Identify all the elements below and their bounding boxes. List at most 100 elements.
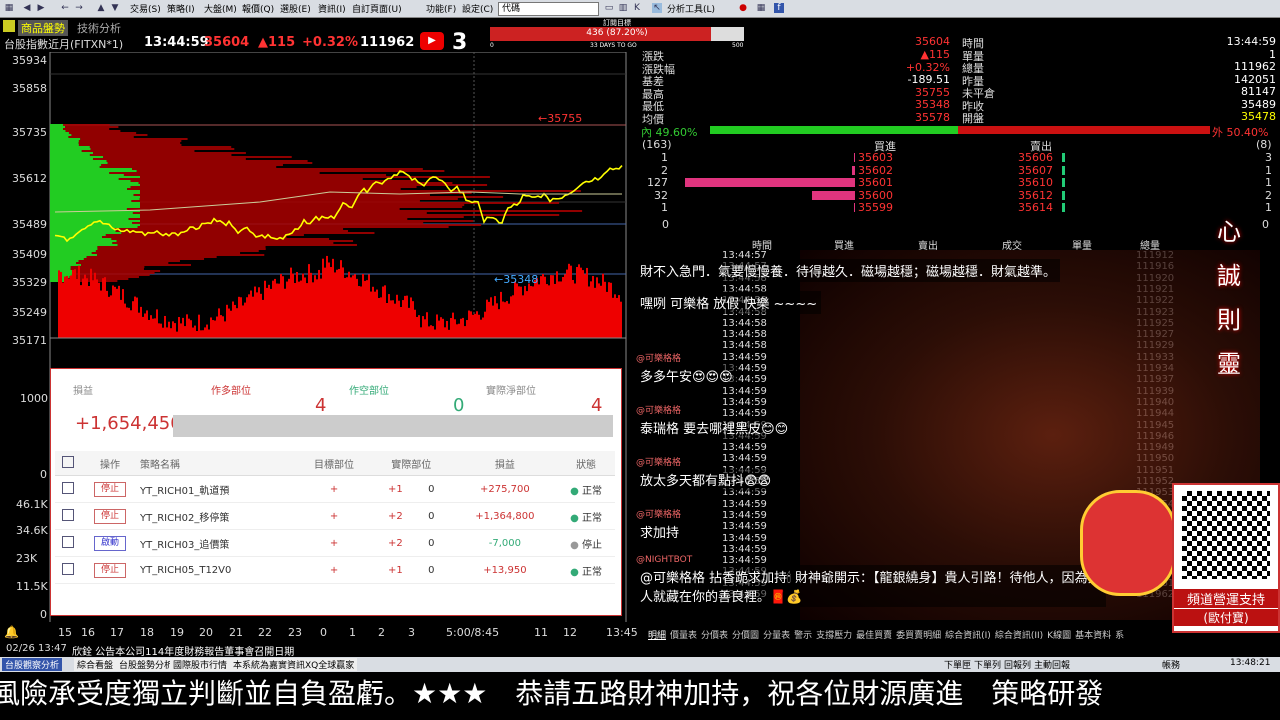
action-button[interactable]: 停止	[93, 481, 126, 497]
bid-price[interactable]: 35601	[858, 176, 893, 189]
ask-price[interactable]: 35614	[1018, 201, 1053, 214]
side-char-2: 誠	[1217, 262, 1241, 290]
chart-icon[interactable]: ▥	[618, 3, 628, 13]
menu-settings[interactable]: 設定(C)	[462, 2, 493, 15]
facebook-icon[interactable]: f	[774, 3, 784, 13]
back-arrow-icon[interactable]: ←	[60, 3, 70, 13]
forward-icon[interactable]: ▶	[36, 3, 46, 13]
pnl-value: +1,654,450	[75, 413, 182, 434]
grid-icon[interactable]: ▦	[756, 3, 766, 13]
row-status: ● 正常	[557, 556, 615, 584]
price-tick: 35735	[12, 126, 47, 139]
row-checkbox[interactable]	[62, 562, 74, 575]
taskbar-right-item[interactable]: 帳務	[1162, 658, 1180, 671]
menu-analysis-tool[interactable]: 分析工具(L)	[667, 2, 715, 15]
up-icon[interactable]: ▲	[96, 3, 106, 13]
menu-info[interactable]: 資訊(I)	[318, 2, 346, 15]
ask-price[interactable]: 35610	[1018, 176, 1053, 189]
menu-quote[interactable]: 報價(Q)	[242, 2, 274, 15]
menu-market[interactable]: 大盤(M)	[204, 2, 237, 15]
bid-qty: 1	[661, 201, 668, 214]
pointer-icon[interactable]: ↖	[652, 3, 662, 13]
symbol-input[interactable]: 代碼	[498, 2, 599, 16]
detail-tab[interactable]: 綜合資訊(II)	[995, 631, 1043, 641]
row-checkbox[interactable]	[62, 535, 74, 548]
ask-price[interactable]: 35607	[1018, 164, 1053, 177]
lock-icon[interactable]	[3, 20, 15, 32]
window-tab[interactable]: 台股盤勢分析	[116, 658, 177, 671]
detail-tab[interactable]: 系	[1115, 631, 1124, 641]
forward-arrow-icon[interactable]: →	[74, 3, 84, 13]
window-icon[interactable]: ▭	[604, 3, 614, 13]
window-tab[interactable]: 台股觀察分析	[2, 658, 63, 671]
side-char-4: 靈	[1217, 350, 1241, 378]
down-icon[interactable]: ▼	[110, 3, 120, 13]
row-pnl: +275,700	[452, 475, 558, 503]
detail-tab[interactable]: 最佳買賣	[856, 631, 892, 641]
action-button[interactable]: 啟動	[93, 535, 126, 551]
detail-tab[interactable]: 警示	[794, 631, 812, 641]
youtube-icon[interactable]: ▶	[420, 32, 444, 50]
taskbar-right-item[interactable]: 主動回報	[1034, 658, 1070, 671]
taskbar-right-item[interactable]: 回報列	[1004, 658, 1031, 671]
menu-custom-page[interactable]: 自訂頁面(U)	[352, 2, 402, 15]
menu-function[interactable]: 功能(F)	[426, 2, 456, 15]
detail-tab[interactable]: 綜合資訊(I)	[945, 631, 991, 641]
ask-qty: 1	[1265, 176, 1272, 189]
detail-tab[interactable]: 分價圖	[732, 631, 759, 641]
bid-price[interactable]: 35600	[858, 189, 893, 202]
quote-panel: 漲跌 ▲115 漲跌幅 +0.32% 基差 -189.51 最高 35755 最低 35348 均價…	[640, 34, 1280, 139]
k-icon[interactable]: K	[632, 3, 642, 13]
bid-price[interactable]: 35602	[858, 164, 893, 177]
strategy-row: 啟動 YT_RICH03_追價策 + +2 0 -7,000 ● 停止	[55, 529, 615, 557]
ask-price[interactable]: 35612	[1018, 189, 1053, 202]
window-tab[interactable]: 國際股市行情	[170, 658, 231, 671]
col-action: 操作	[81, 451, 139, 476]
window-tab[interactable]: 綜合看盤	[74, 658, 117, 671]
price-tick: 35489	[12, 218, 47, 231]
marquee-text: 風險承受度獨立判斷並自負盈虧。★★★ 恭請五路財神加持，祝各位財源廣進 策略研發	[0, 677, 1104, 710]
app-icon[interactable]: ▦	[4, 3, 14, 13]
detail-tab[interactable]: 分量表	[763, 631, 790, 641]
detail-tab[interactable]: K線圖	[1047, 631, 1071, 641]
pnl-label: 損益	[73, 386, 93, 397]
bid-bar	[853, 153, 855, 162]
menu-strategy[interactable]: 策略(I)	[167, 2, 195, 15]
taskbar-right-item[interactable]: 下單匣	[944, 658, 971, 671]
action-button[interactable]: 停止	[93, 562, 126, 578]
bid-qty: 32	[654, 188, 668, 202]
chat-message: @可樂格格 多多午安😍😍😍	[636, 347, 737, 387]
taskbar-right-item[interactable]: 13:48:21	[1230, 658, 1270, 668]
select-all-checkbox[interactable]	[62, 455, 74, 468]
record-icon[interactable]: ●	[738, 3, 748, 13]
alarm-icon[interactable]: 🔔	[4, 625, 19, 639]
qr-card[interactable]: 頻道營運支持 (歐付寶)	[1172, 483, 1280, 633]
detail-tab[interactable]: 明細	[648, 631, 666, 641]
chat-message: @可樂格格 泰瑞格 要去哪裡黑皮😊😊	[636, 399, 793, 439]
detail-tab[interactable]: 分價表	[701, 631, 728, 641]
side-banner: 心 誠 則 靈	[1205, 210, 1253, 386]
taskbar-right-item[interactable]: 下單列	[974, 658, 1001, 671]
ask-price[interactable]: 35606	[1018, 151, 1053, 164]
detail-tab[interactable]: 委買賣明細	[896, 631, 941, 641]
detail-tab[interactable]: 支撐壓力	[816, 631, 852, 641]
back-icon[interactable]: ◀	[22, 3, 32, 13]
bid-price[interactable]: 35603	[858, 151, 893, 164]
bid-price[interactable]: 35599	[858, 201, 893, 214]
ask-bar	[1062, 165, 1065, 175]
row-checkbox[interactable]	[62, 481, 74, 494]
row-status: ● 停止	[557, 529, 615, 557]
menu-trade[interactable]: 交易(S)	[130, 2, 161, 15]
bid-bar	[853, 203, 855, 212]
price-tick: 35409	[12, 248, 47, 261]
detail-tab[interactable]: 基本資料	[1075, 631, 1111, 641]
chat-message: @可樂格格 求加持	[636, 503, 684, 543]
action-button[interactable]: 停止	[93, 508, 126, 524]
row-checkbox[interactable]	[62, 508, 74, 521]
ask-qty: 2	[1265, 188, 1272, 202]
detail-tab[interactable]: 價量表	[670, 631, 697, 641]
status-news[interactable]: 欣銓 公告本公司114年度財務報告董事會召開日期	[72, 643, 294, 658]
top-toolbar: ▦ ◀ ▶ ← → ▲ ▼ 交易(S) 策略(I) 大盤(M) 報價(Q) 選股…	[0, 0, 1280, 18]
menu-screening[interactable]: 選股(E)	[280, 2, 311, 15]
window-tab[interactable]: 本系統為嘉實資訊XQ全球贏家	[230, 658, 358, 671]
